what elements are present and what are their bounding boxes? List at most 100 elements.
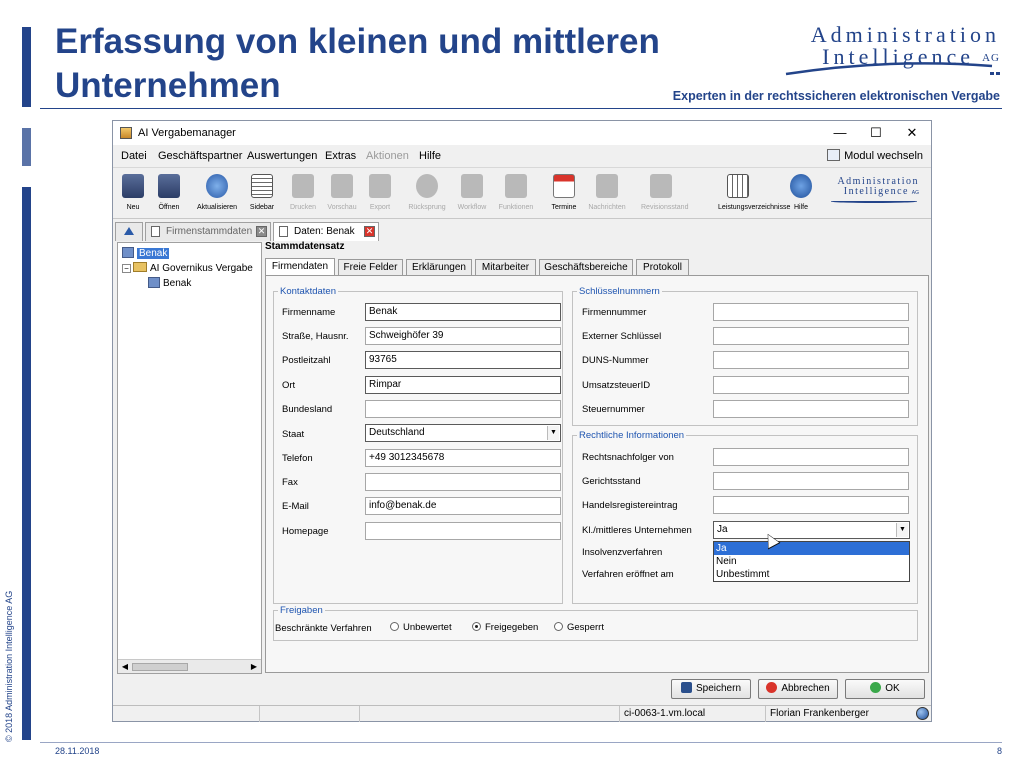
accent-bar-top <box>22 27 31 107</box>
tab-freie-felder[interactable]: Freie Felder <box>338 259 403 276</box>
firmenname-field[interactable]: Benak <box>365 303 561 321</box>
tab-close-icon[interactable]: ✕ <box>364 226 375 237</box>
help-icon <box>790 174 812 198</box>
staat-value: Deutschland <box>369 427 425 438</box>
toolbar-hilfe-button[interactable]: Hilfe <box>781 174 821 211</box>
floppy-disk-icon <box>680 682 692 693</box>
email-field[interactable]: info@benak.de <box>365 497 561 515</box>
tab-protokoll[interactable]: Protokoll <box>636 259 689 276</box>
accent-bar-middle <box>22 128 31 166</box>
strasse-field[interactable]: Schweighöfer 39 <box>365 327 561 345</box>
postleitzahl-field[interactable]: 93765 <box>365 351 561 369</box>
toolbar-logo: Administration Intelligence AG <box>827 174 923 210</box>
toolbar-sidebar-button[interactable]: Sidebar <box>242 174 282 211</box>
tab-close-icon[interactable]: ✕ <box>256 226 267 237</box>
export-icon <box>369 174 391 198</box>
handelsregister-field[interactable] <box>713 496 909 514</box>
footer-rule <box>40 742 1002 743</box>
document-icon <box>279 226 288 237</box>
menu-geschaeftspartner[interactable]: Geschäftspartner <box>158 150 242 162</box>
toolbar-label: Nachrichten <box>588 204 626 211</box>
telefon-field[interactable]: +49 3012345678 <box>365 449 561 467</box>
gerichtsstand-field[interactable] <box>713 472 909 490</box>
bundesland-field[interactable] <box>365 400 561 418</box>
ort-label: Ort <box>282 380 296 391</box>
company-icon <box>122 247 134 258</box>
externer-schluessel-field[interactable] <box>713 327 909 345</box>
duns-nummer-field[interactable] <box>713 351 909 369</box>
scroll-left-icon[interactable]: ◀ <box>120 662 130 671</box>
toolbar-neu-button[interactable]: Neu <box>113 174 153 211</box>
toolbar-funktionen-button[interactable]: Funktionen <box>496 174 536 211</box>
staat-select[interactable]: Deutschland ▼ <box>365 424 561 442</box>
radio-gesperrt[interactable]: Gesperrt <box>554 622 604 633</box>
tree-node-benak-child[interactable]: Benak <box>148 277 191 289</box>
chevron-down-icon[interactable]: ▼ <box>896 523 908 537</box>
ort-field[interactable]: Rimpar <box>365 376 561 394</box>
scroll-right-icon[interactable]: ▶ <box>249 662 259 671</box>
menu-auswertungen[interactable]: Auswertungen <box>247 150 317 162</box>
workflow-icon <box>461 174 483 198</box>
toolbar-workflow-button[interactable]: Workflow <box>452 174 492 211</box>
radio-freigegeben[interactable]: Freigegeben <box>472 622 538 633</box>
calendar-icon <box>553 174 575 198</box>
minimize-button[interactable]: — <box>825 124 855 142</box>
company-logo: Administration Intelligence AG <box>782 22 1004 88</box>
rechtsnachfolger-field[interactable] <box>713 448 909 466</box>
menu-aktionen[interactable]: Aktionen <box>366 150 409 162</box>
fax-field[interactable] <box>365 473 561 491</box>
umsatzsteuerid-field[interactable] <box>713 376 909 394</box>
chevron-down-icon[interactable]: ▼ <box>547 426 559 440</box>
menu-hilfe[interactable]: Hilfe <box>419 150 441 162</box>
close-button[interactable]: ✕ <box>897 124 927 142</box>
homepage-field[interactable] <box>365 522 561 540</box>
dropdown-option-nein[interactable]: Nein <box>714 555 909 568</box>
toolbar-aktualisieren-button[interactable]: Aktualisieren <box>197 174 237 211</box>
radio-unbewertet[interactable]: Unbewertet <box>390 622 452 633</box>
toolbar-nachrichten-button[interactable]: Nachrichten <box>587 174 627 211</box>
firmenname-label: Firmenname <box>282 307 336 318</box>
tree-node-benak[interactable]: Benak <box>122 247 170 259</box>
save-button[interactable]: Speichern <box>671 679 751 699</box>
firmennummer-field[interactable] <box>713 303 909 321</box>
window-titlebar[interactable]: AI Vergabemanager — ☐ ✕ <box>113 121 931 145</box>
toolbar-logo-line2: Intelligence <box>843 186 909 197</box>
collapse-icon[interactable]: − <box>122 264 131 273</box>
tree-node-ai-governikus[interactable]: − AI Governikus Vergabe <box>122 262 253 274</box>
tab-geschaeftsbereiche[interactable]: Geschäftsbereiche <box>539 259 633 276</box>
slide-title-line1: Erfassung von kleinen und mittleren <box>55 22 660 61</box>
functions-icon <box>505 174 527 198</box>
record-tabs: Firmendaten Freie Felder Erklärungen Mit… <box>265 258 927 276</box>
kmu-select[interactable]: Ja ▼ <box>713 521 910 539</box>
tab-daten-benak[interactable]: Daten: Benak ✕ <box>273 222 379 241</box>
radio-label: Freigegeben <box>485 622 539 633</box>
scrollbar-thumb[interactable] <box>132 663 188 671</box>
menu-datei[interactable]: Datei <box>121 150 147 162</box>
maximize-button[interactable]: ☐ <box>861 124 891 142</box>
tab-firmendaten[interactable]: Firmendaten <box>265 258 335 276</box>
home-icon <box>124 227 134 235</box>
toolbar-leistungsverzeichnisse-button[interactable]: Leistungsverzeichnisse <box>718 174 790 211</box>
postleitzahl-label: Postleitzahl <box>282 355 331 366</box>
toolbar-ruecksprung-button[interactable]: Rücksprung <box>407 174 447 211</box>
tab-mitarbeiter[interactable]: Mitarbeiter <box>475 259 536 276</box>
menu-extras[interactable]: Extras <box>325 150 356 162</box>
toolbar-revisionsstand-button[interactable]: Revisionsstand <box>641 174 688 211</box>
toolbar-termine-button[interactable]: Termine <box>544 174 584 211</box>
tree-node-label: Benak <box>163 278 192 289</box>
toolbar-drucken-button[interactable]: Drucken <box>283 174 323 211</box>
tab-erklaerungen[interactable]: Erklärungen <box>406 259 472 276</box>
dropdown-option-unbestimmt[interactable]: Unbestimmt <box>714 568 909 581</box>
toolbar-oeffnen-button[interactable]: Öffnen <box>149 174 189 211</box>
tab-firmenstammdaten[interactable]: Firmenstammdaten ✕ <box>145 222 271 241</box>
steuernummer-field[interactable] <box>713 400 909 418</box>
tree-horizontal-scrollbar[interactable]: ◀ ▶ <box>118 659 261 673</box>
ok-button[interactable]: OK <box>845 679 925 699</box>
status-section-empty <box>259 706 359 722</box>
toolbar-export-button[interactable]: Export <box>360 174 400 211</box>
modul-wechseln-button[interactable]: Modul wechseln <box>827 149 923 162</box>
cancel-button[interactable]: Abbrechen <box>758 679 838 699</box>
toolbar-vorschau-button[interactable]: Vorschau <box>322 174 362 211</box>
dropdown-option-ja[interactable]: Ja <box>714 542 909 555</box>
home-tab[interactable] <box>115 222 143 241</box>
